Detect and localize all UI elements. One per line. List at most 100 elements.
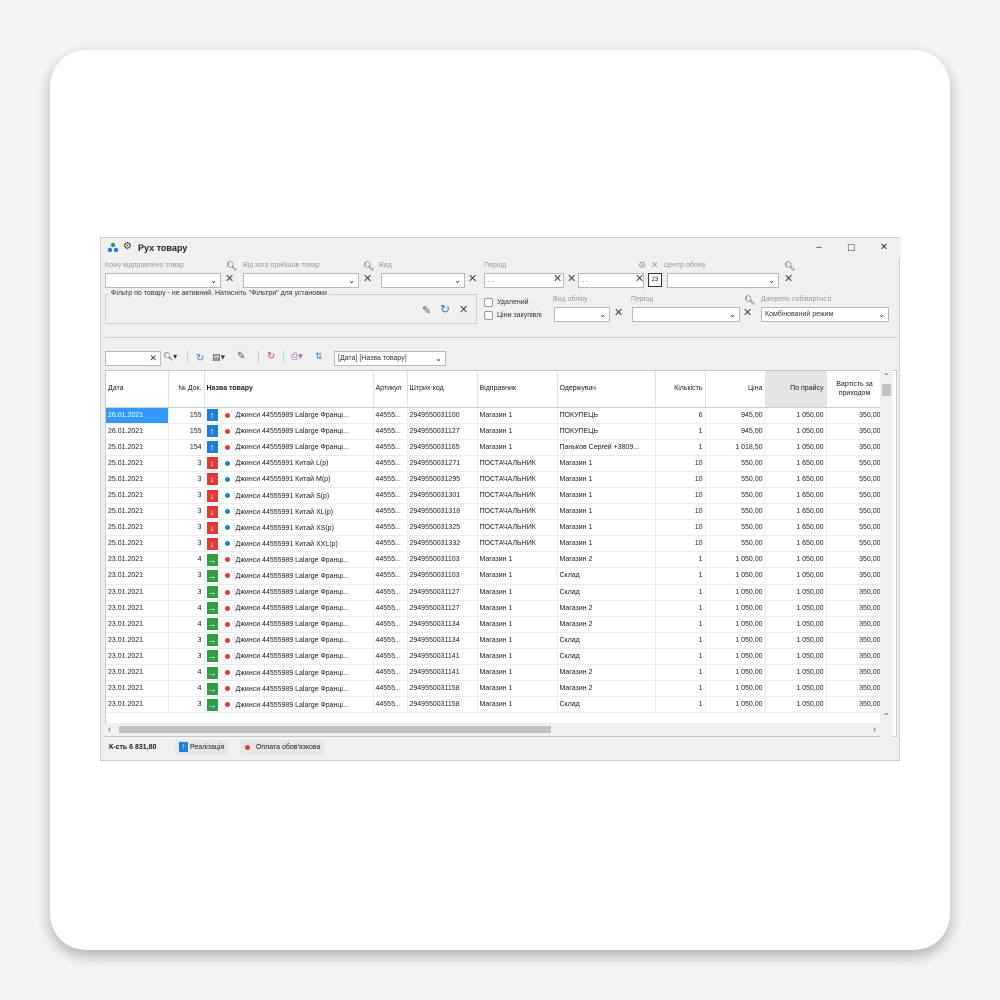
cell-date[interactable]: 23.01.2021 — [106, 632, 169, 649]
cell-art[interactable]: 44555... — [373, 680, 408, 698]
cell-list[interactable]: 1 650,00 — [765, 455, 827, 472]
cell-name[interactable]: → Джинси 44555989 Lalarge Франці... — [204, 567, 374, 585]
cell-to[interactable]: Магазин 2 — [557, 664, 656, 682]
cell-bar[interactable]: 2949550031127 — [407, 584, 478, 601]
cell-cost[interactable]: 550,00 — [826, 503, 884, 521]
cell-name[interactable]: → Джинси 44555989 Lalarge Франці... — [204, 632, 374, 649]
clear-from-button[interactable]: ✕ — [363, 273, 372, 286]
cell-qty[interactable]: 1 — [655, 648, 706, 666]
cell-name[interactable]: ↓ Джинси 44555991 Китай XS(р) — [204, 519, 374, 537]
clear-date-button[interactable]: ✕ — [567, 273, 576, 286]
cell-name[interactable]: ↑ Джинси 44555989 Lalarge Франці... — [204, 439, 374, 456]
close-button[interactable]: ✕ — [872, 240, 896, 256]
cell-from[interactable]: Магазин 1 — [477, 616, 558, 633]
cell-art[interactable]: 44555... — [373, 584, 408, 601]
cell-qty[interactable]: 1 — [655, 551, 706, 569]
cell-price[interactable]: 550,00 — [705, 519, 766, 537]
cell-date[interactable]: 25.01.2021 — [106, 535, 169, 553]
deleted-checkbox[interactable] — [484, 298, 493, 307]
cell-art[interactable]: 44555... — [373, 519, 408, 537]
cell-bar[interactable]: 2949550031332 — [407, 535, 478, 553]
search-icon[interactable]: 🔍︎ — [784, 261, 795, 272]
cell-cost[interactable]: 350,00 — [826, 439, 884, 456]
cell-doc[interactable]: 3 — [168, 503, 205, 521]
col-list-price[interactable]: По прайсу — [765, 371, 827, 408]
cell-cost[interactable]: 350,00 — [826, 567, 884, 585]
cell-art[interactable]: 44555... — [373, 600, 408, 617]
cell-list[interactable]: 1 050,00 — [765, 551, 827, 569]
cell-price[interactable]: 1 050,00 — [705, 648, 766, 666]
calendar-icon[interactable]: 23 — [648, 273, 662, 287]
cell-art[interactable]: 44555... — [373, 423, 408, 440]
cell-price[interactable]: 550,00 — [705, 487, 766, 505]
cell-price[interactable]: 550,00 — [705, 503, 766, 521]
table-row[interactable]: 25.01.2021 3 ↓ Джинси 44555991 Китай S(р) 44… — [106, 487, 884, 505]
cell-doc[interactable]: 4 — [168, 664, 205, 682]
search-options-icon[interactable]: 🔍︎▾ — [163, 352, 177, 361]
table-row[interactable]: 23.01.2021 3 → Джинси 44555989 Lalarge Фран… — [106, 696, 884, 714]
cell-date[interactable]: 25.01.2021 — [106, 487, 169, 505]
cell-doc[interactable]: 155 — [168, 423, 205, 440]
cell-doc[interactable]: 3 — [168, 567, 205, 585]
cell-to[interactable]: Магазин 2 — [557, 600, 656, 617]
col-receiver[interactable]: Одержувач — [557, 371, 656, 408]
tools-icon[interactable]: ✎ — [237, 351, 245, 362]
cell-art[interactable]: 44555... — [373, 407, 408, 424]
search-icon[interactable]: 🔍︎ — [744, 295, 755, 306]
cell-from[interactable]: ПОСТАЧАЛЬНИК — [477, 535, 558, 553]
cell-art[interactable]: 44555... — [373, 439, 408, 456]
cell-bar[interactable]: 2949550031134 — [407, 616, 478, 633]
cell-to[interactable]: Паньков Сергей +3809... — [557, 439, 656, 456]
col-doc[interactable]: № Док. — [168, 371, 205, 408]
cell-art[interactable]: 44555... — [373, 503, 408, 521]
cell-date[interactable]: 26.01.2021 — [106, 423, 169, 440]
cell-price[interactable]: 945,00 — [705, 423, 766, 440]
cell-to[interactable]: ПОКУПЕЦЬ — [557, 423, 656, 440]
cell-name[interactable]: → Джинси 44555989 Lalarge Франці... — [204, 664, 374, 682]
cell-name[interactable]: → Джинси 44555989 Lalarge Франці... — [204, 648, 374, 666]
cell-cost[interactable]: 550,00 — [826, 487, 884, 505]
cell-list[interactable]: 1 650,00 — [765, 535, 827, 553]
cell-doc[interactable]: 3 — [168, 535, 205, 553]
table-row[interactable]: 23.01.2021 3 → Джинси 44555989 Lalarge Фран… — [106, 632, 884, 649]
table-row[interactable]: 23.01.2021 4 → Джинси 44555989 Lalarge Фран… — [106, 664, 884, 682]
vertical-scrollbar[interactable]: ⌃ ⌄ — [880, 370, 893, 737]
cell-list[interactable]: 1 050,00 — [765, 567, 827, 585]
cell-from[interactable]: Магазин 1 — [477, 551, 558, 569]
cell-doc[interactable]: 3 — [168, 519, 205, 537]
cell-cost[interactable]: 350,00 — [826, 696, 884, 714]
cell-doc[interactable]: 3 — [168, 487, 205, 505]
cell-to[interactable]: Магазин 2 — [557, 680, 656, 698]
cell-date[interactable]: 25.01.2021 — [106, 471, 169, 488]
table-row[interactable]: 25.01.2021 3 ↓ Джинси 44555991 Китай M(р) 44… — [106, 471, 884, 488]
cell-list[interactable]: 1 050,00 — [765, 584, 827, 601]
cell-to[interactable]: Склад — [557, 584, 656, 601]
cell-from[interactable]: ПОСТАЧАЛЬНИК — [477, 455, 558, 472]
cell-price[interactable]: 1 050,00 — [705, 664, 766, 682]
cell-qty[interactable]: 1 — [655, 696, 706, 714]
cell-list[interactable]: 1 650,00 — [765, 487, 827, 505]
cell-qty[interactable]: 1 — [655, 664, 706, 682]
cell-price[interactable]: 1 018,50 — [705, 439, 766, 456]
cell-qty[interactable]: 10 — [655, 535, 706, 553]
cell-doc[interactable]: 4 — [168, 680, 205, 698]
cell-from[interactable]: ПОСТАЧАЛЬНИК — [477, 519, 558, 537]
cell-doc[interactable]: 3 — [168, 648, 205, 666]
cell-qty[interactable]: 10 — [655, 487, 706, 505]
close-icon[interactable]: ✕ — [149, 352, 157, 365]
table-row[interactable]: 23.01.2021 4 → Джинси 44555989 Lalarge Фран… — [106, 616, 884, 633]
cell-date[interactable]: 25.01.2021 — [106, 439, 169, 456]
cell-bar[interactable]: 2949550031103 — [407, 551, 478, 569]
edit-pencil-icon[interactable]: ✎ — [422, 304, 431, 317]
cell-name[interactable]: ↓ Джинси 44555991 Китай S(р) — [204, 487, 374, 505]
cell-date[interactable]: 23.01.2021 — [106, 567, 169, 585]
col-date[interactable]: Дата — [106, 371, 169, 408]
cell-doc[interactable]: 4 — [168, 551, 205, 569]
period2-select[interactable]: ⌄ — [632, 307, 740, 322]
cell-to[interactable]: Склад — [557, 696, 656, 714]
table-row[interactable]: 23.01.2021 3 → Джинси 44555989 Lalarge Фран… — [106, 648, 884, 666]
cell-price[interactable]: 1 050,00 — [705, 680, 766, 698]
cell-cost[interactable]: 350,00 — [826, 680, 884, 698]
cell-name[interactable]: ↓ Джинси 44555991 Китай XXL(р) — [204, 535, 374, 553]
clear-to-button[interactable]: ✕ — [225, 273, 234, 286]
